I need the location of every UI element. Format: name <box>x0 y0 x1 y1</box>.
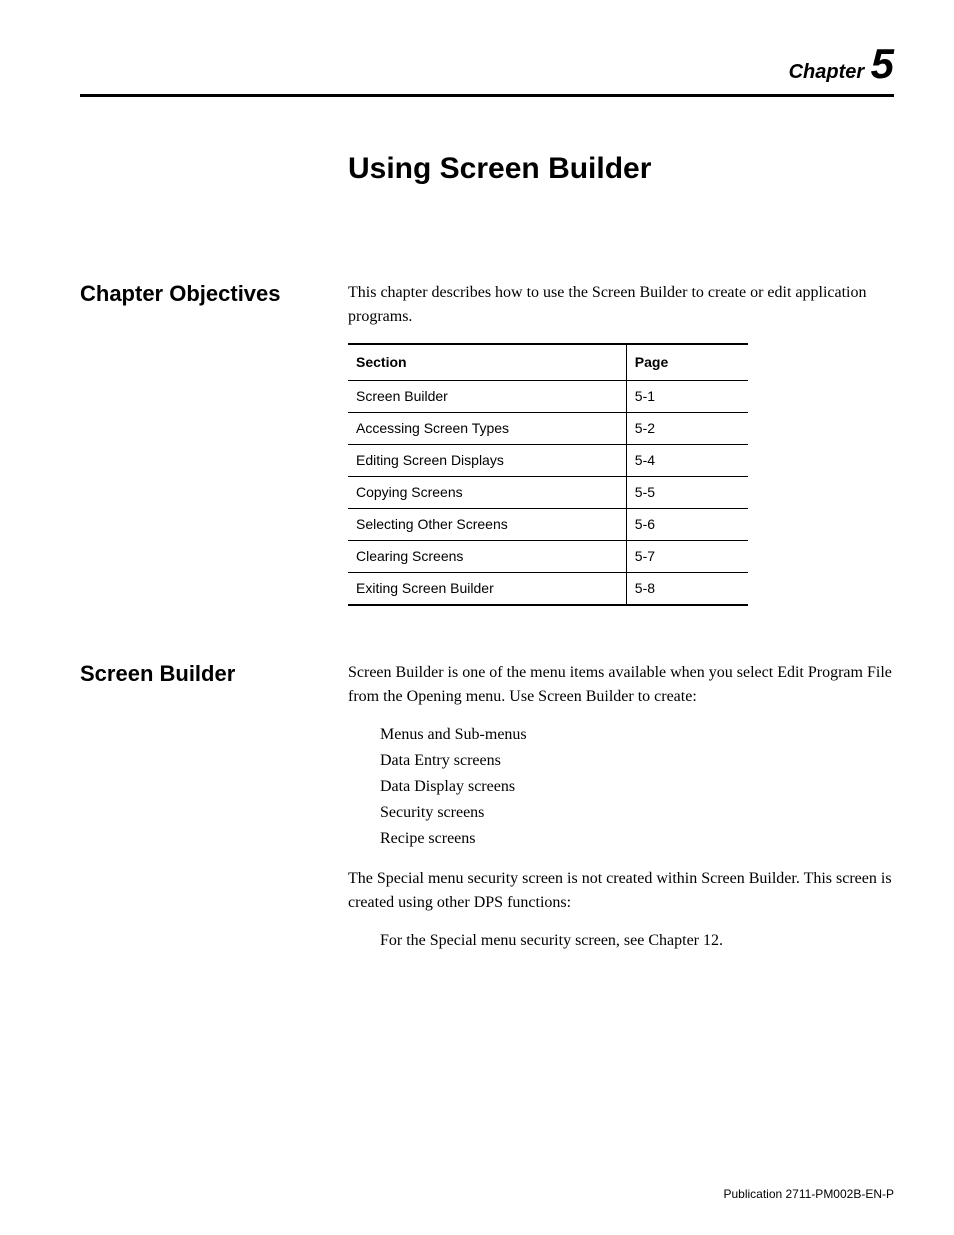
toc-section: Exiting Screen Builder <box>348 573 626 606</box>
builder-bullets2: For the Special menu security screen, se… <box>348 929 894 953</box>
section-heading-builder: Screen Builder <box>80 661 348 687</box>
toc-page: 5-5 <box>626 477 748 509</box>
table-row: Exiting Screen Builder 5-8 <box>348 573 748 606</box>
footer-publication: Publication 2711-PM002B-EN-P <box>723 1187 894 1201</box>
toc-section: Copying Screens <box>348 477 626 509</box>
section-body-objectives: This chapter describes how to use the Sc… <box>348 281 894 606</box>
toc-page: 5-7 <box>626 541 748 573</box>
section-heading-objectives: Chapter Objectives <box>80 281 348 307</box>
toc-section: Clearing Screens <box>348 541 626 573</box>
table-row: Copying Screens 5-5 <box>348 477 748 509</box>
toc-page: 5-4 <box>626 445 748 477</box>
chapter-title: Using Screen Builder <box>348 152 894 186</box>
list-item: Menus and Sub-menus <box>380 723 894 747</box>
objectives-intro: This chapter describes how to use the Sc… <box>348 281 894 329</box>
list-item: Recipe screens <box>380 827 894 851</box>
table-row: Clearing Screens 5-7 <box>348 541 748 573</box>
toc-header-section: Section <box>348 344 626 381</box>
toc-section: Screen Builder <box>348 381 626 413</box>
toc-section: Editing Screen Displays <box>348 445 626 477</box>
toc-section: Selecting Other Screens <box>348 509 626 541</box>
page: Chapter 5 Using Screen Builder Chapter O… <box>0 0 954 1235</box>
section-screen-builder: Screen Builder Screen Builder is one of … <box>80 661 894 969</box>
builder-para2: The Special menu security screen is not … <box>348 867 894 915</box>
toc-header-page: Page <box>626 344 748 381</box>
list-item: Data Display screens <box>380 775 894 799</box>
list-item: Data Entry screens <box>380 749 894 773</box>
section-body-builder: Screen Builder is one of the menu items … <box>348 661 894 969</box>
table-row: Screen Builder 5-1 <box>348 381 748 413</box>
chapter-label: Chapter <box>789 61 865 83</box>
toc-page: 5-1 <box>626 381 748 413</box>
list-item: Security screens <box>380 801 894 825</box>
table-row: Accessing Screen Types 5-2 <box>348 413 748 445</box>
toc-page: 5-8 <box>626 573 748 606</box>
section-chapter-objectives: Chapter Objectives This chapter describe… <box>80 281 894 606</box>
table-row: Selecting Other Screens 5-6 <box>348 509 748 541</box>
toc-header-row: Section Page <box>348 344 748 381</box>
toc-table: Section Page Screen Builder 5-1 Accessin… <box>348 343 748 606</box>
toc-page: 5-2 <box>626 413 748 445</box>
toc-page: 5-6 <box>626 509 748 541</box>
chapter-header: Chapter 5 <box>80 40 894 88</box>
table-row: Editing Screen Displays 5-4 <box>348 445 748 477</box>
chapter-number: 5 <box>871 40 894 87</box>
list-item: For the Special menu security screen, se… <box>380 929 894 953</box>
header-rule <box>80 94 894 97</box>
builder-bullets: Menus and Sub-menus Data Entry screens D… <box>348 723 894 851</box>
builder-intro: Screen Builder is one of the menu items … <box>348 661 894 709</box>
toc-section: Accessing Screen Types <box>348 413 626 445</box>
